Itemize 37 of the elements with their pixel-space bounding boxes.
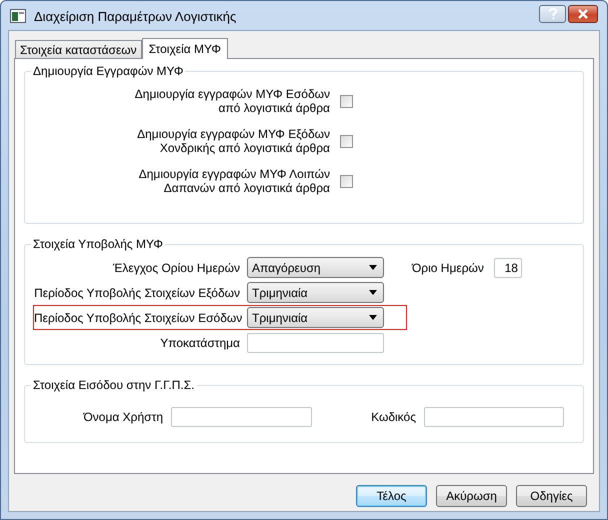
- group-title: Στοιχεία Εισόδου στην Γ.Γ.Π.Σ.: [32, 378, 196, 392]
- field-label: Όνομα Χρήστη: [82, 410, 163, 424]
- help-icon: [548, 8, 558, 20]
- app-icon: [10, 8, 26, 22]
- input-field[interactable]: [424, 407, 564, 427]
- field-label: Έλεγχος Ορίου Ημερών: [112, 260, 240, 274]
- caret-icon: [369, 315, 377, 320]
- close-button[interactable]: [568, 4, 598, 22]
- dropdown[interactable]: Τριμηνιαία: [247, 282, 384, 303]
- input-field[interactable]: [247, 332, 384, 352]
- caret-icon: [369, 290, 377, 295]
- checkbox-label: Δημιουργία εγγραφών ΜΥΦ Εξόδων Χονδρικής από λογιστικά άρθρα: [136, 127, 330, 155]
- field-label: Υποκατάστημα: [159, 336, 240, 350]
- tab[interactable]: Στοιχεία καταστάσεων: [15, 40, 142, 58]
- dialog-button[interactable]: Οδηγίες: [516, 485, 587, 507]
- tab[interactable]: Στοιχεία ΜΥΦ: [142, 38, 228, 59]
- group-title: Στοιχεία Υποβολής ΜΥΦ: [32, 237, 164, 251]
- dropdown[interactable]: Απαγόρευση: [247, 257, 384, 278]
- field-label: Περίοδος Υποβολής Στοιχείων Εσόδων: [34, 310, 240, 324]
- checkbox[interactable]: [340, 94, 353, 108]
- input-field[interactable]: 18: [494, 258, 522, 278]
- dropdown[interactable]: Τριμηνιαία: [247, 307, 384, 328]
- field-label: Περίοδος Υποβολής Στοιχείων Εξόδων: [34, 286, 240, 300]
- dialog-button[interactable]: Τέλος: [356, 485, 427, 507]
- caret-icon: [369, 265, 377, 270]
- checkbox-label: Δημιουργία εγγραφών ΜΥΦ Εσόδων από λογιστικά άρθρα: [134, 87, 330, 115]
- close-icon: [577, 8, 589, 18]
- group-title: Δημιουργία Εγγραφών ΜΥΦ: [32, 64, 184, 78]
- field-label: Όριο Ημερών: [412, 260, 484, 274]
- help-button[interactable]: [539, 4, 566, 22]
- checkbox[interactable]: [340, 174, 353, 188]
- checkbox[interactable]: [340, 134, 353, 148]
- dialog-button[interactable]: Ακύρωση: [436, 485, 507, 507]
- window-title: Διαχείριση Παραμέτρων Λογιστικής: [34, 8, 238, 24]
- checkbox-label: Δημιουργία εγγραφών ΜΥΦ Λοιπών Δαπανών από λογιστικά άρθρα: [138, 167, 330, 195]
- input-field[interactable]: [171, 407, 312, 427]
- field-label: Κωδικός: [370, 410, 416, 424]
